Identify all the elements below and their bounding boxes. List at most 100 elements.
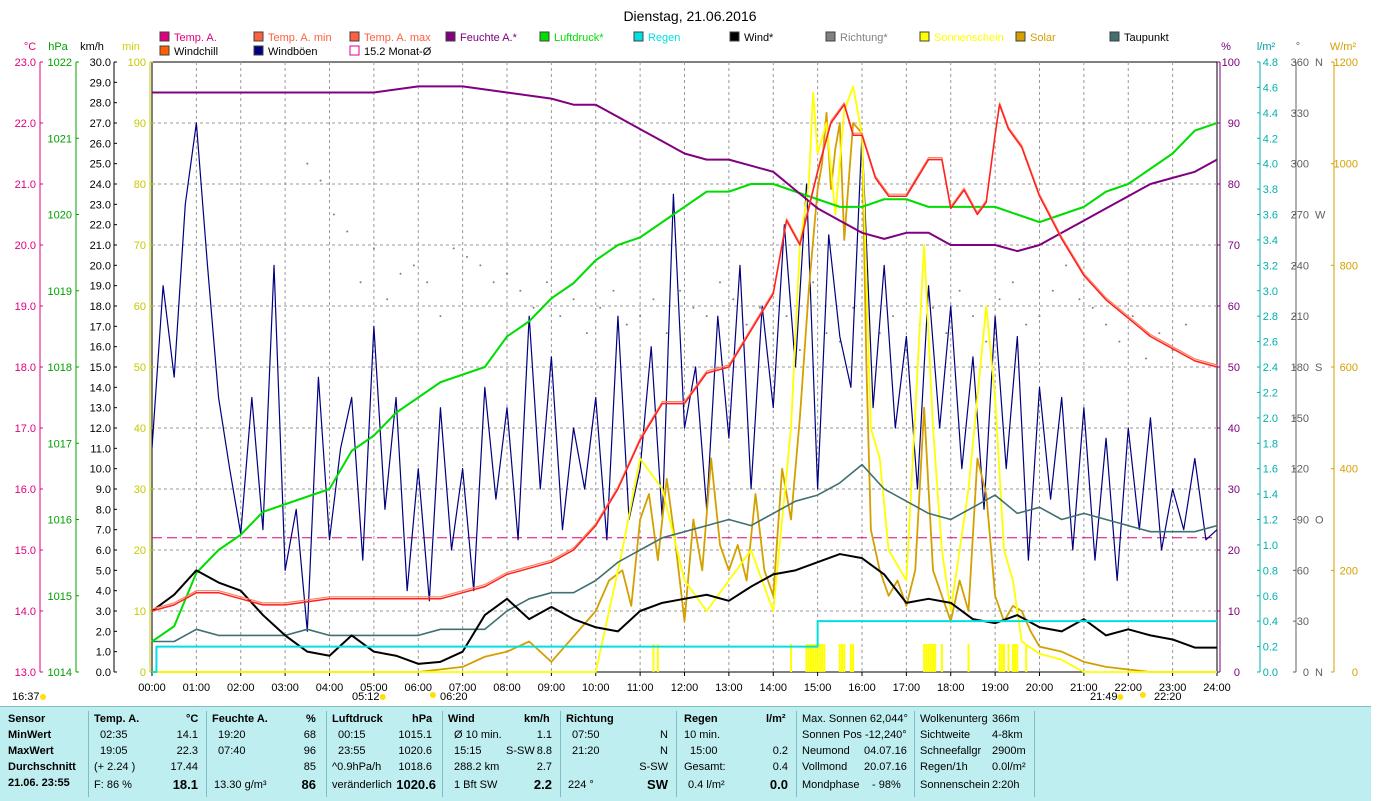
x-tick-label: 18:00 (937, 682, 965, 694)
wind-avg10-label: Ø 10 min. (454, 729, 502, 741)
humidity-avg-value: 85 (303, 761, 316, 773)
direction-dot (932, 306, 934, 309)
axis-tick-label: 23.0 (15, 57, 36, 69)
axis-tick-label: 4.0 (96, 586, 111, 598)
divider (1034, 711, 1035, 797)
axis-tick-suffix: O (1315, 515, 1324, 527)
legend-label: Regen (648, 32, 680, 44)
direction-max-time: 21:20 (572, 745, 600, 757)
axis-tick-label: 1019 (48, 286, 72, 298)
axis-header-direction_deg: ° (1296, 41, 1300, 53)
wind-max-value: 8.8 (536, 745, 552, 757)
direction-dot (399, 272, 402, 275)
axis-header-temp_c: °C (24, 41, 36, 53)
direction-dot (372, 247, 375, 250)
rain-10min-label: 10 min. (684, 729, 721, 741)
axis-tick-label: 18.0 (90, 301, 111, 313)
x-tick-label: 15:00 (804, 682, 832, 694)
sensor-avg-label: Durchschnitt (8, 761, 76, 773)
weather-snowline-value: 2900m (992, 745, 1026, 757)
axis-tick-label: 1015 (48, 591, 72, 603)
direction-dot (545, 281, 548, 284)
axis-tick-label: 0 (1303, 667, 1309, 679)
axis-tick-label: 0.6 (1263, 591, 1278, 603)
axis-tick-label: 100 (1222, 57, 1240, 69)
direction-dot (758, 306, 761, 309)
axis-tick-label: 10 (1228, 606, 1240, 618)
sunrise-time-label: 05:12 (352, 691, 380, 703)
legend-swatch (253, 45, 264, 56)
axis-tick-label: 26.0 (90, 138, 111, 150)
axis-tick-label: 10 (134, 606, 146, 618)
axis-tick-label: 0 (1352, 667, 1358, 679)
axis-tick-label: 20.0 (15, 240, 36, 252)
pressure-header: Luftdruck (332, 713, 383, 725)
direction-dot (1118, 340, 1121, 343)
axis-tick-label: 1020 (48, 210, 72, 222)
x-tick-label: 13:00 (715, 682, 743, 694)
pressure-max-time: 23:55 (338, 745, 366, 757)
legend-label: Feuchte A.* (460, 32, 518, 44)
direction-dot (506, 272, 508, 275)
humidity-max-time: 07:40 (218, 745, 246, 757)
axis-tick-label: 17.0 (90, 321, 111, 333)
axis-tick-label: 22.0 (15, 118, 36, 130)
direction-dot (745, 323, 748, 326)
axis-tick-label: 2.6 (1263, 337, 1278, 349)
sensor-header: Sensor (8, 713, 46, 725)
axis-tick-label: 90 (1228, 118, 1240, 130)
axis-tick-label: 60 (134, 301, 146, 313)
axis-tick-label: 1022 (48, 57, 72, 69)
axis-tick-label: 3.8 (1263, 184, 1278, 196)
pressure-avg-value: 1018.6 (398, 761, 432, 773)
legend-label: Windböen (268, 46, 318, 58)
axis-tick-label: 40 (1228, 423, 1240, 435)
x-tick-label: 17:00 (893, 682, 921, 694)
direction-dot (785, 315, 788, 318)
direction-dot (386, 298, 389, 301)
direction-dot (1011, 281, 1014, 284)
axis-tick-label: 8.0 (96, 504, 111, 516)
axis-header-solar_wm2: W/m² (1330, 41, 1357, 53)
direction-avg-value: S-SW (639, 761, 668, 773)
direction-dot (705, 315, 708, 318)
rain-unit: l/m² (766, 713, 786, 725)
legend-label: Taupunkt (1124, 32, 1169, 44)
weather-sunshine-value: 2:20h (992, 779, 1020, 791)
axis-tick-label: 4.0 (1263, 159, 1278, 171)
axis-tick-label: 9.0 (96, 484, 111, 496)
rain-time: 15:00 (690, 745, 718, 757)
pressure-unit: hPa (412, 713, 433, 725)
axis-tick-label: 1200 (1334, 57, 1358, 69)
x-tick-label: 04:00 (316, 682, 344, 694)
legend-swatch (633, 31, 644, 42)
axis-tick-label: 50 (1228, 362, 1240, 374)
sun-icon (429, 692, 436, 698)
axis-tick-label: 23.0 (90, 199, 111, 211)
weather-snowline-label: Schneefallgr (920, 745, 982, 757)
x-tick-label: 14:00 (759, 682, 787, 694)
x-tick-label: 24:00 (1203, 682, 1231, 694)
direction-dot (998, 298, 1001, 301)
temp-max-time: 19:05 (100, 745, 128, 757)
direction-dot (772, 332, 775, 335)
direction-dot (532, 306, 535, 309)
axis-tick-label: 17.0 (15, 423, 36, 435)
direction-dot (412, 264, 415, 267)
legend-label: Sonnenschein (934, 32, 1004, 44)
legend-swatch (539, 31, 550, 42)
direction-dot (572, 298, 575, 301)
direction-dot (1131, 315, 1134, 318)
weather-rain1h-label: Regen/1h (920, 761, 968, 773)
sun-icon (1139, 692, 1146, 698)
rain-header: Regen (684, 713, 718, 725)
weather-visibility-label: Sichtweite (920, 729, 971, 741)
axis-tick-label: 70 (134, 240, 146, 252)
axis-tick-label: 1.0 (1263, 540, 1278, 552)
axis-tick-suffix: N (1315, 667, 1323, 679)
axis-tick-label: 2.0 (1263, 413, 1278, 425)
axis-tick-label: 1.0 (96, 647, 111, 659)
direction-dot (426, 281, 429, 284)
direction-dot (679, 289, 682, 292)
axis-tick-label: 0.2 (1263, 642, 1278, 654)
